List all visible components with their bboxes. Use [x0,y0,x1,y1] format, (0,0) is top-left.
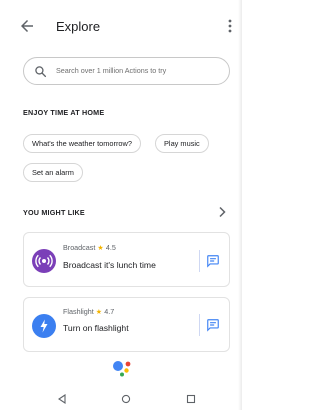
assistant-icon[interactable] [111,358,135,378]
star-icon: ★ [97,243,104,252]
section-title-enjoy: ENJOY TIME AT HOME [23,108,105,117]
top-app-bar: Explore [0,0,242,52]
action-card[interactable]: Broadcast ★ 4.5 Broadcast it's lunch time [23,232,230,287]
chip-weather[interactable]: What's the weather tomorrow? [23,134,141,153]
search-placeholder: Search over 1 million Actions to try [56,66,167,75]
card-rating: 4.7 [104,307,115,316]
flashlight-icon [32,314,56,338]
more-vert-icon[interactable] [224,17,236,35]
card-app-name: Broadcast [63,243,96,252]
arrow-back-icon[interactable] [18,17,36,35]
section-title-might-like: YOU MIGHT LIKE [23,208,85,217]
search-icon [35,66,47,78]
card-action-text: Turn on flashlight [63,323,129,333]
action-card[interactable]: Flashlight ★ 4.7 Turn on flashlight [23,297,230,352]
search-input[interactable]: Search over 1 million Actions to try [23,57,230,85]
explore-screen: Explore Search over 1 million Actions to… [0,0,242,410]
nav-home-icon[interactable] [121,394,131,404]
chevron-right-icon[interactable] [217,206,227,218]
feedback-icon[interactable] [206,254,220,268]
card-app-name: Flashlight [63,307,94,316]
edge-shadow [238,0,242,410]
card-meta: Flashlight ★ 4.7 [63,307,114,316]
page-title: Explore [56,19,101,34]
card-meta: Broadcast ★ 4.5 [63,243,116,252]
feedback-icon[interactable] [206,318,220,332]
card-divider [199,314,200,336]
broadcast-icon [32,249,56,273]
nav-recents-icon[interactable] [186,394,196,404]
card-action-text: Broadcast it's lunch time [63,260,156,270]
card-rating: 4.5 [105,243,116,252]
nav-back-icon[interactable] [57,394,67,404]
card-divider [199,250,200,272]
system-nav-bar [0,388,242,410]
star-icon: ★ [95,307,103,316]
chip-set-alarm[interactable]: Set an alarm [23,163,83,182]
chip-play-music[interactable]: Play music [155,134,209,153]
